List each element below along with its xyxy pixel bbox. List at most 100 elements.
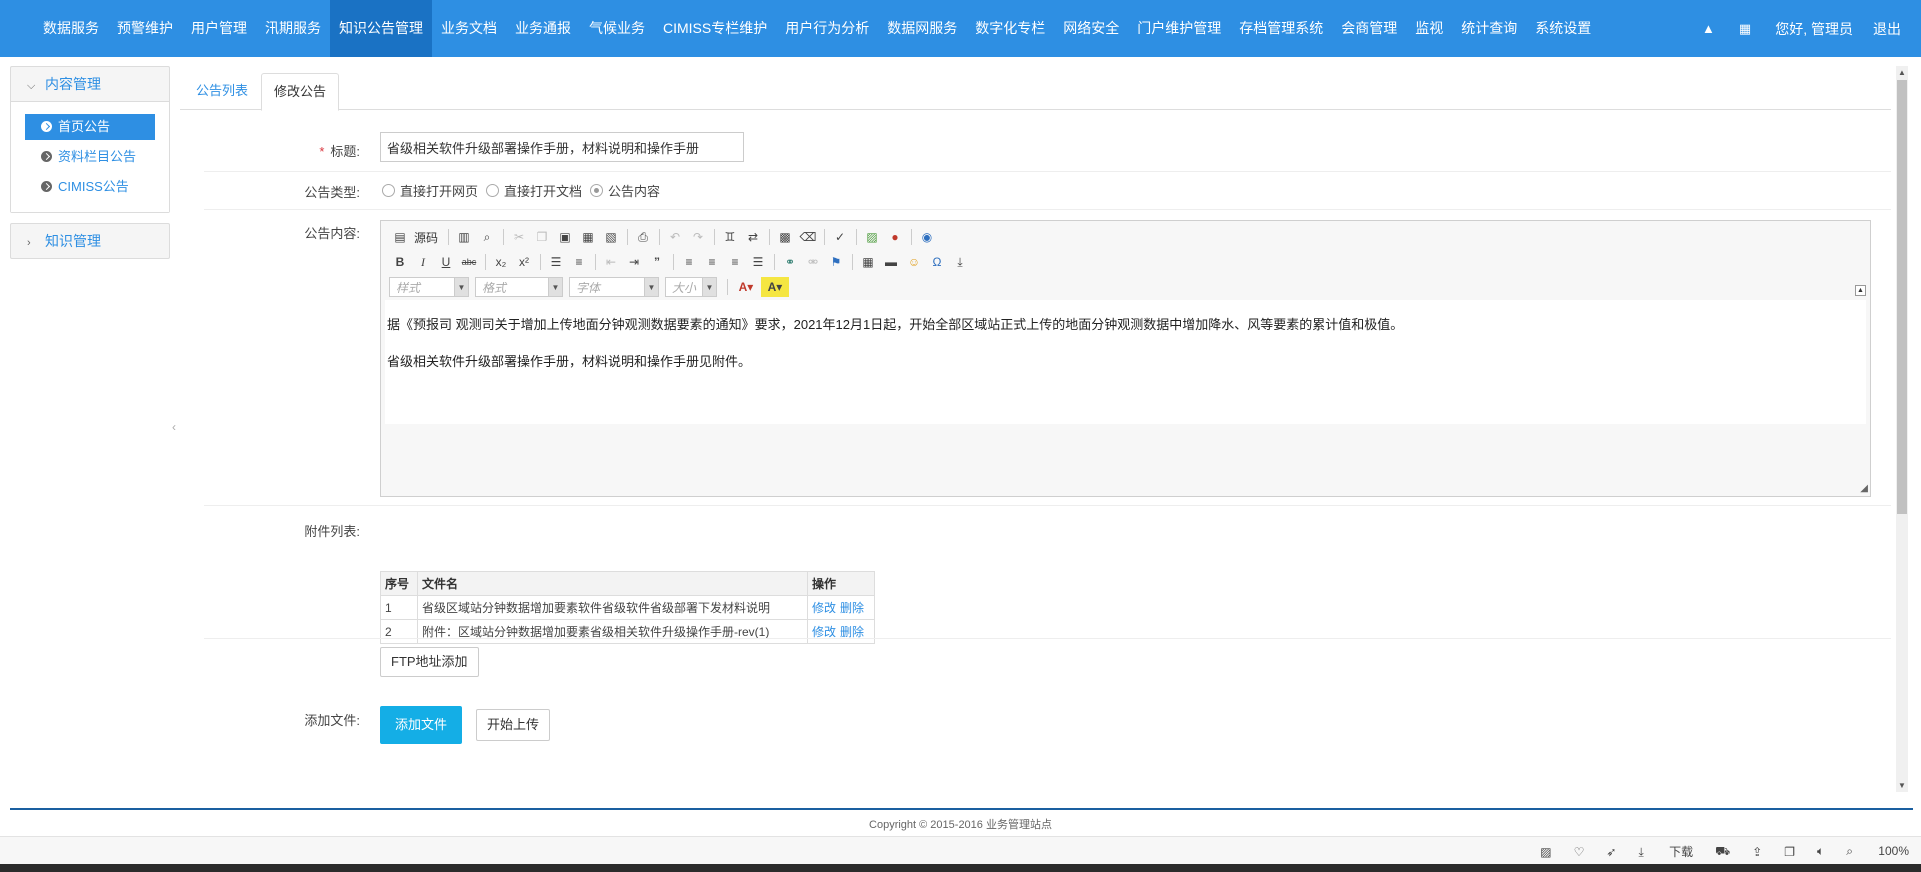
source-button-label[interactable]: 源码 xyxy=(414,229,438,246)
background-color-icon[interactable]: A▾ xyxy=(761,277,789,297)
nav-item-9[interactable]: 用户行为分析 xyxy=(776,0,878,57)
sidebar-item-cimiss-notice[interactable]: CIMISS公告 xyxy=(25,174,155,200)
bold-icon[interactable]: B xyxy=(389,252,411,272)
nav-item-17[interactable]: 统计查询 xyxy=(1452,0,1526,57)
sidebar-item-homepage-notice[interactable]: 首页公告 xyxy=(25,114,155,140)
font-select[interactable]: 字体 ▼ xyxy=(569,277,659,297)
edit-link[interactable]: 修改 xyxy=(812,601,836,615)
link-icon[interactable]: ⚭ xyxy=(779,252,801,272)
editor-content-area[interactable]: 据《预报司 观测司关于增加上传地面分钟观测数据要素的通知》要求，2021年12月… xyxy=(385,300,1866,424)
zoom-control[interactable]: ⌕ 100% xyxy=(1846,844,1909,859)
new-page-icon[interactable]: ▥ xyxy=(453,227,475,247)
table-icon[interactable]: ▦ xyxy=(857,252,879,272)
nav-item-14[interactable]: 存档管理系统 xyxy=(1230,0,1332,57)
heartbeat-icon[interactable]: ♡ xyxy=(1574,845,1585,859)
radio-notice-content[interactable] xyxy=(590,184,604,197)
paste-word-icon[interactable]: ▧ xyxy=(600,227,622,247)
sidebar-header-content-management[interactable]: ⌵ 内容管理 xyxy=(11,67,169,101)
bullet-list-icon[interactable]: ≡ xyxy=(568,252,590,272)
add-file-button[interactable]: 添加文件 xyxy=(380,706,463,744)
align-justify-icon[interactable]: ☰ xyxy=(747,252,769,272)
delete-link[interactable]: 删除 xyxy=(840,625,864,639)
flash-icon[interactable]: ● xyxy=(884,227,906,247)
nav-item-10[interactable]: 数据网服务 xyxy=(878,0,966,57)
unlink-icon[interactable]: ⚮ xyxy=(802,252,824,272)
subscript-icon[interactable]: x₂ xyxy=(490,252,512,272)
nav-item-13[interactable]: 门户维护管理 xyxy=(1128,0,1230,57)
scroll-down-icon[interactable]: ▼ xyxy=(1898,781,1906,790)
rocket-icon[interactable]: ➶ xyxy=(1606,845,1616,859)
special-char-icon[interactable]: Ω xyxy=(926,252,948,272)
collapse-toolbar-icon[interactable]: ▲ xyxy=(1855,285,1866,296)
collapse-up-icon[interactable]: ▲ xyxy=(1702,21,1715,36)
paste-text-icon[interactable]: ▦ xyxy=(577,227,599,247)
replace-icon[interactable]: ⇄ xyxy=(742,227,764,247)
image-icon[interactable]: ▨ xyxy=(1540,845,1551,859)
align-center-icon[interactable]: ≡ xyxy=(701,252,723,272)
edit-link[interactable]: 修改 xyxy=(812,625,836,639)
print-icon[interactable]: ⎙ xyxy=(632,227,654,247)
numbered-list-icon[interactable]: ☰ xyxy=(545,252,567,272)
title-input[interactable] xyxy=(380,132,744,162)
sidebar-header-knowledge-management[interactable]: › 知识管理 xyxy=(11,224,169,258)
sidebar-collapse-icon[interactable]: ‹ xyxy=(172,420,176,434)
nav-item-8[interactable]: CIMISS专栏维护 xyxy=(654,0,776,57)
align-right-icon[interactable]: ≡ xyxy=(724,252,746,272)
italic-icon[interactable]: I xyxy=(412,252,434,272)
scroll-up-icon[interactable]: ▲ xyxy=(1898,68,1906,77)
nav-item-6[interactable]: 业务通报 xyxy=(506,0,580,57)
cut-icon[interactable]: ✂ xyxy=(508,227,530,247)
tab-notice-list[interactable]: 公告列表 xyxy=(184,73,260,111)
start-upload-button[interactable]: 开始上传 xyxy=(476,709,551,741)
nav-item-4[interactable]: 知识公告管理 xyxy=(330,0,432,57)
nav-item-11[interactable]: 数字化专栏 xyxy=(966,0,1054,57)
outdent-icon[interactable]: ⇤ xyxy=(600,252,622,272)
superscript-icon[interactable]: x² xyxy=(513,252,535,272)
spellcheck-icon[interactable]: ✓ xyxy=(829,227,851,247)
blockquote-icon[interactable]: ” xyxy=(646,252,668,272)
grid-menu-icon[interactable]: ▦ xyxy=(1739,21,1751,37)
source-icon[interactable]: ▤ xyxy=(389,227,411,247)
nav-item-3[interactable]: 汛期服务 xyxy=(256,0,330,57)
user-greeting[interactable]: 您好, 管理员 xyxy=(1775,19,1853,39)
text-color-icon[interactable]: A▾ xyxy=(732,277,760,297)
image-icon[interactable]: ▨ xyxy=(861,227,883,247)
speaker-icon[interactable]: 🔈︎ xyxy=(1817,844,1824,859)
page-break-icon[interactable]: ⤓ xyxy=(949,252,971,272)
horizontal-rule-icon[interactable]: ▬ xyxy=(880,252,902,272)
logout-link[interactable]: 退出 xyxy=(1873,19,1901,39)
remove-format-icon[interactable]: ⌫ xyxy=(797,227,819,247)
tab-edit-notice[interactable]: 修改公告 xyxy=(261,73,340,111)
find-icon[interactable]: ♊ xyxy=(719,227,741,247)
car-icon[interactable]: ⛟ xyxy=(1715,844,1730,860)
radio-open-document[interactable] xyxy=(486,184,500,197)
iframe-icon[interactable]: ◉ xyxy=(916,227,938,247)
ftp-address-add-button[interactable]: FTP地址添加 xyxy=(380,647,479,677)
share-icon[interactable]: ⇪ xyxy=(1752,845,1762,859)
format-select[interactable]: 格式 ▼ xyxy=(475,277,563,297)
nav-item-12[interactable]: 网络安全 xyxy=(1054,0,1128,57)
copy-icon[interactable]: ❐ xyxy=(531,227,553,247)
nav-item-0[interactable]: 数据服务 xyxy=(34,0,108,57)
smiley-icon[interactable]: ☺ xyxy=(903,252,925,272)
window-icon[interactable]: ❐ xyxy=(1784,845,1795,859)
download-button[interactable]: ⤓ 下载 xyxy=(1638,843,1693,860)
select-all-icon[interactable]: ▩ xyxy=(774,227,796,247)
nav-item-15[interactable]: 会商管理 xyxy=(1332,0,1406,57)
nav-item-16[interactable]: 监视 xyxy=(1406,0,1452,57)
align-left-icon[interactable]: ≡ xyxy=(678,252,700,272)
nav-item-18[interactable]: 系统设置 xyxy=(1526,0,1600,57)
undo-icon[interactable]: ↶ xyxy=(664,227,686,247)
anchor-icon[interactable]: ⚑ xyxy=(825,252,847,272)
indent-icon[interactable]: ⇥ xyxy=(623,252,645,272)
nav-item-2[interactable]: 用户管理 xyxy=(182,0,256,57)
scrollbar-thumb[interactable] xyxy=(1897,80,1907,514)
nav-item-1[interactable]: 预警维护 xyxy=(108,0,182,57)
page-scrollbar[interactable]: ▲ ▼ xyxy=(1896,66,1908,792)
sidebar-item-data-column-notice[interactable]: 资料栏目公告 xyxy=(25,144,155,170)
paste-icon[interactable]: ▣ xyxy=(554,227,576,247)
style-select[interactable]: 样式 ▼ xyxy=(389,277,469,297)
underline-icon[interactable]: U xyxy=(435,252,457,272)
delete-link[interactable]: 删除 xyxy=(840,601,864,615)
redo-icon[interactable]: ↷ xyxy=(687,227,709,247)
